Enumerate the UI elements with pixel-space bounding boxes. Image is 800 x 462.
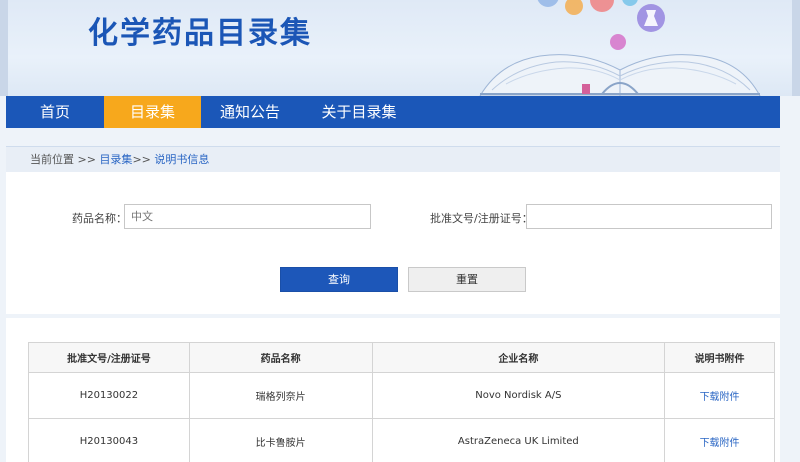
approval-no-label: 批准文号/注册证号： xyxy=(430,212,533,225)
banner-edge-left xyxy=(0,0,8,96)
table-row: H20130043 比卡鲁胺片 AstraZeneca UK Limited 下… xyxy=(28,418,775,462)
main-nav: 首页 目录集 通知公告 关于目录集 xyxy=(6,96,780,128)
breadcrumb-link-catalog[interactable]: 目录集 xyxy=(99,153,132,166)
drug-name-input[interactable] xyxy=(124,204,371,229)
query-button[interactable]: 查询 xyxy=(280,267,398,292)
breadcrumb-separator: >> xyxy=(132,153,155,166)
column-header-drug-name: 药品名称 xyxy=(188,342,373,373)
reset-button[interactable]: 重置 xyxy=(408,267,526,292)
site-title: 化学药品目录集 xyxy=(88,16,312,51)
nav-item-notices[interactable]: 通知公告 xyxy=(201,96,299,128)
results-table: 批准文号/注册证号 药品名称 企业名称 说明书附件 H20130022 瑞格列奈… xyxy=(28,342,775,462)
approval-no-input[interactable] xyxy=(526,204,772,229)
cell-drug-name: 比卡鲁胺片 xyxy=(188,418,373,462)
banner-edge-right xyxy=(792,0,800,96)
header-banner: 化学药品目录集 xyxy=(0,0,800,96)
nav-item-catalog[interactable]: 目录集 xyxy=(104,96,201,128)
column-header-company: 企业名称 xyxy=(371,342,666,373)
nav-item-about[interactable]: 关于目录集 xyxy=(299,96,419,128)
cell-drug-name: 瑞格列奈片 xyxy=(188,372,373,419)
nav-item-home[interactable]: 首页 xyxy=(6,96,104,128)
results-panel: 批准文号/注册证号 药品名称 企业名称 说明书附件 H20130022 瑞格列奈… xyxy=(6,318,780,462)
download-attachment-link[interactable]: 下载附件 xyxy=(664,418,775,462)
cell-approval-no: H20130022 xyxy=(28,372,190,419)
table-header-row: 批准文号/注册证号 药品名称 企业名称 说明书附件 xyxy=(28,342,775,373)
column-header-attachment: 说明书附件 xyxy=(664,342,775,373)
breadcrumb-current[interactable]: 说明书信息 xyxy=(154,153,209,166)
table-row: H20130022 瑞格列奈片 Novo Nordisk A/S 下载附件 xyxy=(28,372,775,419)
cell-company: Novo Nordisk A/S xyxy=(371,372,666,419)
breadcrumb-prefix: 当前位置 >> xyxy=(30,153,100,166)
cell-approval-no: H20130043 xyxy=(28,418,190,462)
cell-company: AstraZeneca UK Limited xyxy=(371,418,666,462)
search-panel: 药品名称： 批准文号/注册证号： 查询 重置 xyxy=(6,172,780,314)
download-attachment-link[interactable]: 下载附件 xyxy=(664,372,775,419)
drug-name-label: 药品名称： xyxy=(72,212,127,225)
column-header-approval-no: 批准文号/注册证号 xyxy=(28,342,190,373)
open-book-illustration xyxy=(479,0,761,96)
breadcrumb: 当前位置 >> 目录集>> 说明书信息 xyxy=(6,146,780,172)
